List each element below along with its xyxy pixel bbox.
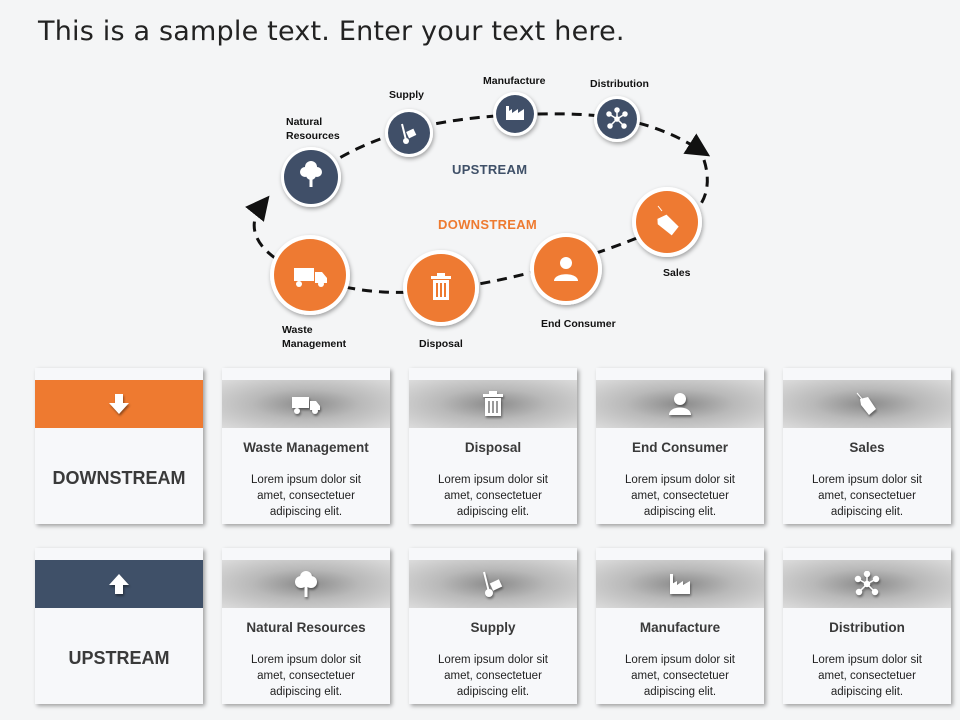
card-title: Disposal — [464, 440, 522, 455]
card-band — [409, 560, 577, 608]
card-body: Lorem ipsum dolor sit amet, consectetuer… — [812, 654, 922, 698]
arrow-up-icon — [109, 574, 129, 594]
card-natural-resources: Natural Resources Lorem ipsum dolor sit … — [222, 548, 390, 704]
card-band — [596, 380, 764, 428]
label-line: Resources — [286, 130, 340, 142]
downstream-header-title: DOWNSTREAM — [52, 468, 186, 488]
card-band — [783, 560, 951, 608]
arrow-down-icon — [109, 394, 129, 414]
hand-truck-icon — [483, 571, 503, 597]
trash-icon — [431, 273, 451, 300]
upstream-header-card: UPSTREAM — [35, 548, 203, 704]
card-body: Lorem ipsum dolor sit amet, consectetuer… — [625, 474, 735, 518]
supply-chain-cycle — [245, 92, 711, 326]
card-band — [596, 560, 764, 608]
card-band — [222, 380, 390, 428]
card-title: Natural Resources — [246, 620, 366, 635]
card-band — [222, 560, 390, 608]
card-band — [783, 380, 951, 428]
node-label-manufacture: Manufacture — [483, 75, 546, 87]
cycle-path-left — [245, 195, 276, 260]
upstream-header-title: UPSTREAM — [68, 648, 170, 668]
card-title: Distribution — [829, 620, 905, 635]
tree-icon — [295, 571, 317, 597]
node-label-end-consumer: End Consumer — [541, 318, 616, 330]
card-manufacture: Manufacture Lorem ipsum dolor sit amet, … — [596, 548, 764, 704]
downstream-header-band — [35, 380, 203, 428]
card-body: Lorem ipsum dolor sit amet, consectetuer… — [625, 654, 735, 698]
node-label-waste-management: Waste Management — [282, 323, 346, 351]
card-distribution: Distribution Lorem ipsum dolor sit amet,… — [783, 548, 951, 704]
card-end-consumer: End Consumer Lorem ipsum dolor sit amet,… — [596, 368, 764, 524]
downstream-label: DOWNSTREAM — [438, 217, 538, 232]
label-line: Natural — [286, 116, 323, 128]
upstream-header-band — [35, 560, 203, 608]
node-label-supply: Supply — [389, 89, 425, 101]
card-waste-management: Waste Management Lorem ipsum dolor sit a… — [222, 368, 390, 524]
upstream-label: UPSTREAM — [452, 162, 528, 177]
user-icon — [669, 393, 691, 415]
card-title: End Consumer — [631, 440, 728, 455]
network-icon — [854, 571, 880, 596]
card-disposal: Disposal Lorem ipsum dolor sit amet, con… — [409, 368, 577, 524]
card-title: Supply — [470, 620, 516, 635]
card-supply: Supply Lorem ipsum dolor sit amet, conse… — [409, 548, 577, 704]
card-body: Lorem ipsum dolor sit amet, consectetuer… — [812, 474, 922, 518]
label-line: Management — [282, 338, 347, 350]
label-line: Waste — [282, 324, 313, 336]
price-tag-icon — [856, 392, 876, 415]
node-label-natural-resources: Natural Resources — [286, 115, 340, 143]
card-title: Waste Management — [243, 440, 369, 455]
card-title: Sales — [849, 440, 885, 455]
trash-icon — [483, 391, 503, 416]
factory-icon — [670, 574, 690, 594]
card-body: Lorem ipsum dolor sit amet, consectetuer… — [438, 654, 548, 698]
card-body: Lorem ipsum dolor sit amet, consectetuer… — [251, 474, 361, 518]
card-body: Lorem ipsum dolor sit amet, consectetuer… — [438, 474, 548, 518]
node-label-distribution: Distribution — [590, 78, 649, 90]
downstream-header-card: DOWNSTREAM — [35, 368, 203, 524]
node-label-sales: Sales — [663, 267, 691, 279]
card-band — [409, 380, 577, 428]
node-label-disposal: Disposal — [419, 338, 463, 350]
dump-truck-icon — [292, 397, 320, 414]
card-sales: Sales Lorem ipsum dolor sit amet, consec… — [783, 368, 951, 524]
card-body: Lorem ipsum dolor sit amet, consectetuer… — [251, 654, 361, 698]
card-title: Manufacture — [639, 620, 721, 635]
